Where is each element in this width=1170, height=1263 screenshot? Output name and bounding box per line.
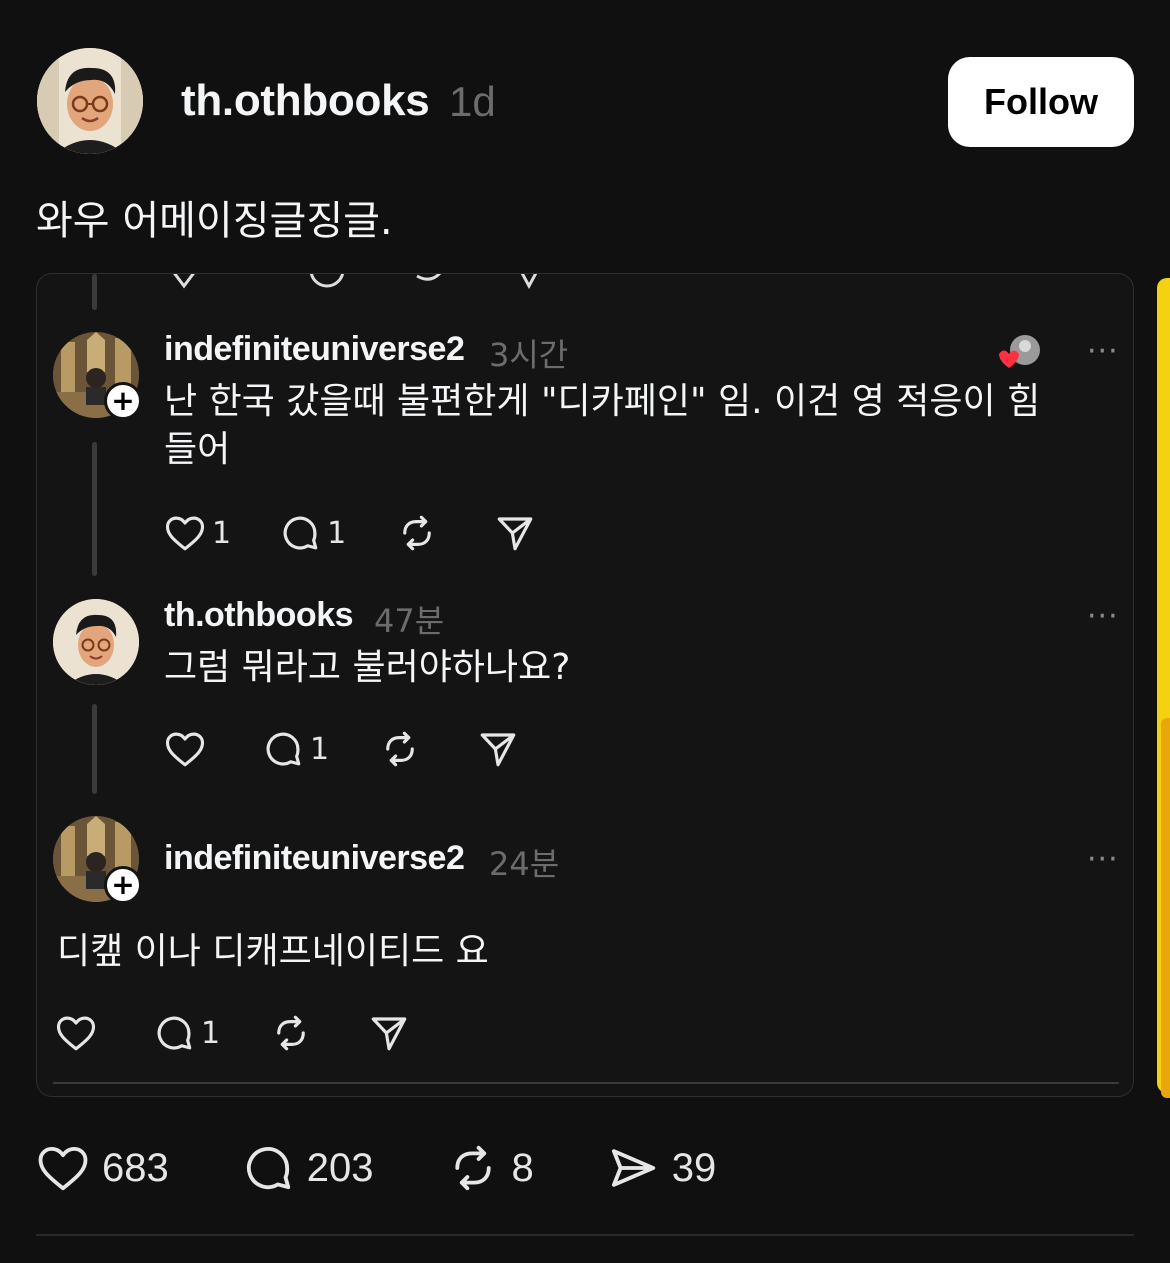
comment-timestamp: 24분 <box>489 845 560 883</box>
comment-actions: 1 <box>55 1012 410 1054</box>
follow-button[interactable]: Follow <box>948 57 1134 147</box>
reply-count: 1 <box>327 515 347 551</box>
post-reply-button[interactable]: 203 <box>241 1141 374 1195</box>
reply-bubble-icon <box>266 732 301 766</box>
embedded-screenshot[interactable]: + indefiniteuniverse2 3시간 ··· 난 한국 갔을때 불… <box>36 273 1134 1097</box>
commenter-avatar[interactable] <box>53 599 139 685</box>
like-count: 1 <box>212 515 232 551</box>
follow-plus-badge[interactable]: + <box>104 866 142 904</box>
post-like-button[interactable]: 683 <box>36 1141 169 1195</box>
repost-icon <box>386 731 414 767</box>
author-username[interactable]: th.othbooks <box>181 76 430 126</box>
send-icon <box>611 1149 655 1187</box>
comment-text-line2: 들어 <box>164 429 231 470</box>
thread-line <box>92 704 97 794</box>
post-like-count: 683 <box>102 1145 169 1190</box>
reply-button[interactable]: 1 <box>279 512 346 554</box>
post-share-count: 39 <box>671 1145 717 1190</box>
next-media-edge[interactable] <box>1157 278 1170 1098</box>
comment-text: 그럼 뭐라고 불러야하나요? <box>164 647 571 688</box>
like-button[interactable]: 1 <box>164 512 231 554</box>
post-share-button[interactable]: 39 <box>606 1141 717 1195</box>
comment-text: 디캪 이나 디캐프네이티드 요 <box>57 931 489 972</box>
comment-timestamp: 47분 <box>374 602 445 640</box>
heart-icon <box>165 516 205 551</box>
repost-icon <box>454 1145 491 1191</box>
heart-icon <box>165 732 205 767</box>
reply-bubble-icon <box>157 1016 192 1050</box>
comment-timestamp: 3시간 <box>489 336 569 374</box>
reply-count: 1 <box>201 1015 221 1051</box>
like-button[interactable] <box>164 728 206 770</box>
thread-line <box>92 442 97 576</box>
comment-text: 난 한국 갔을때 불편한게 "디카페인" 임. 이건 영 적응이 힘 <box>164 381 1041 422</box>
post-repost-count: 8 <box>511 1145 534 1190</box>
follow-plus-badge[interactable]: + <box>104 382 142 420</box>
post-actions: 683 203 8 39 <box>36 1138 716 1198</box>
reply-button[interactable]: 1 <box>153 1012 220 1054</box>
comment-more-button[interactable]: ··· <box>1087 334 1119 369</box>
repost-button[interactable] <box>379 728 421 770</box>
comment-actions: 1 1 <box>164 512 536 554</box>
comment-actions: 1 <box>164 728 519 770</box>
cropped-actions-row <box>173 274 538 290</box>
post-caption: 와우 어메이징글징글. <box>36 198 393 244</box>
post-timestamp: 1d <box>449 78 496 125</box>
send-icon <box>497 517 533 551</box>
thread-line-top <box>92 274 97 310</box>
heart-icon <box>56 1016 96 1051</box>
reply-count: 1 <box>310 731 330 767</box>
post-reply-count: 203 <box>306 1145 374 1190</box>
repost-button[interactable] <box>270 1012 312 1054</box>
threads-post: th.othbooks 1d Follow 와우 어메이징글징글. + inde… <box>0 0 1170 1263</box>
repost-button[interactable] <box>396 512 438 554</box>
share-button[interactable] <box>494 512 536 554</box>
comment-more-button[interactable]: ··· <box>1087 842 1119 877</box>
author-avatar[interactable] <box>37 48 143 154</box>
like-button[interactable] <box>55 1012 97 1054</box>
liked-by-author-icon <box>995 332 1045 372</box>
share-button[interactable] <box>368 1012 410 1054</box>
send-icon <box>371 1017 407 1051</box>
post-repost-button[interactable]: 8 <box>446 1141 534 1195</box>
heart-icon <box>38 1146 88 1191</box>
post-divider <box>36 1234 1134 1236</box>
comment-username[interactable]: indefiniteuniverse2 <box>164 839 465 878</box>
reply-button[interactable]: 1 <box>262 728 329 770</box>
comment-more-button[interactable]: ··· <box>1087 599 1119 634</box>
repost-icon <box>277 1015 305 1051</box>
reply-bubble-icon <box>283 516 318 550</box>
reply-bubble-icon <box>246 1147 290 1190</box>
send-icon <box>480 733 516 767</box>
screenshot-bottom-divider <box>53 1082 1119 1084</box>
share-button[interactable] <box>477 728 519 770</box>
repost-icon <box>403 515 432 551</box>
comment-username[interactable]: th.othbooks <box>164 596 354 635</box>
comment-username[interactable]: indefiniteuniverse2 <box>164 330 465 369</box>
